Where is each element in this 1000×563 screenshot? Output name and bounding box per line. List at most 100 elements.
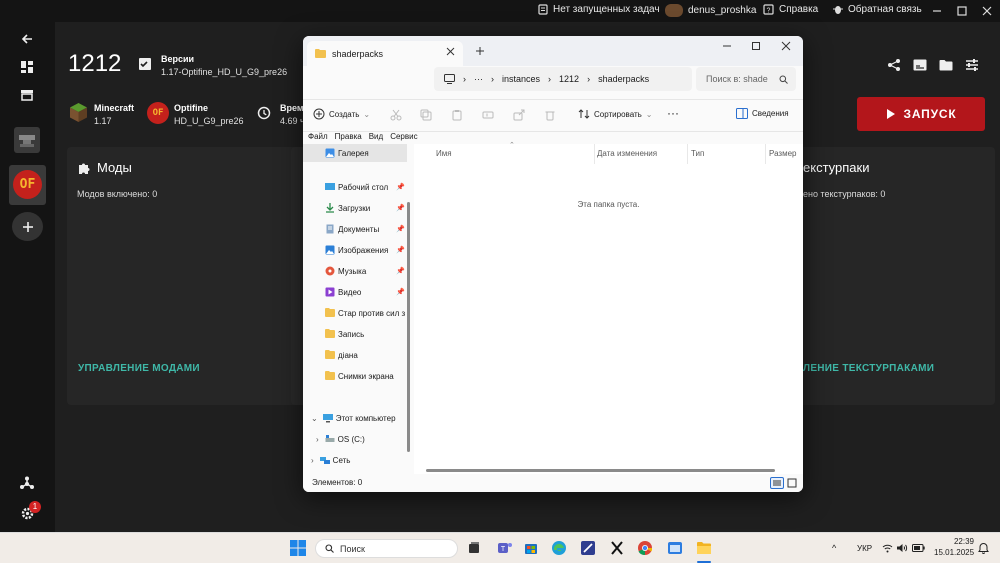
minimize-button[interactable] — [930, 4, 944, 18]
x-app-icon[interactable] — [609, 540, 625, 556]
breadcrumb-shaderpacks[interactable]: shaderpacks — [598, 74, 649, 84]
tasks-icon — [538, 4, 548, 15]
explorer-minimize-button[interactable] — [721, 40, 733, 52]
clock-date[interactable]: 15.01.2025 — [934, 548, 974, 557]
wifi-icon[interactable] — [882, 543, 893, 553]
sort-button[interactable]: Сортировать ⌄ — [578, 108, 653, 120]
share-icon[interactable] — [887, 58, 901, 72]
breadcrumb-instances[interactable]: instances — [502, 74, 540, 84]
play-icon — [886, 109, 895, 119]
console-icon[interactable] — [913, 59, 927, 71]
new-tab-button[interactable] — [475, 46, 485, 56]
explorer-close-button[interactable] — [780, 40, 792, 52]
menu-file[interactable]: Файл — [308, 132, 328, 144]
back-button[interactable] — [16, 28, 38, 50]
column-date[interactable]: Дата изменения — [597, 149, 657, 158]
chevron-down-icon: ⌄ — [311, 413, 318, 423]
explorer-tab[interactable]: shaderpacks — [307, 41, 463, 66]
explorer-maximize-button[interactable] — [750, 40, 762, 52]
bug-icon — [833, 4, 843, 15]
nav-folder-3[interactable]: діана — [303, 346, 407, 364]
nav-scrollbar[interactable] — [407, 202, 410, 452]
share-icon[interactable] — [513, 109, 525, 121]
details-button[interactable]: Сведения — [736, 108, 789, 119]
windows-start-icon[interactable] — [290, 540, 306, 556]
edge-icon[interactable] — [551, 540, 567, 556]
cut-icon[interactable] — [390, 109, 402, 121]
explorer-toolbar: Создать ⌄ Сортировать ⌄ ··· Сведения — [303, 100, 803, 132]
dashboard-icon[interactable] — [16, 56, 38, 78]
chevron-up-icon[interactable]: ^ — [832, 543, 836, 553]
horizontal-scrollbar[interactable] — [426, 469, 775, 472]
nav-this-pc[interactable]: ⌄ Этот компьютер — [303, 409, 407, 427]
user-account[interactable]: denus_proshka — [665, 4, 756, 17]
nav-network[interactable]: › Сеть — [303, 451, 407, 469]
instance-icon-anvil[interactable] — [14, 127, 40, 153]
menu-edit[interactable]: Правка — [335, 132, 362, 144]
nav-pictures[interactable]: Изображения 📌 — [303, 241, 407, 259]
tasks-indicator[interactable]: Нет запущенных задач — [538, 4, 660, 15]
menu-view[interactable]: Вид — [369, 132, 383, 144]
optifine-small-icon: OF — [147, 102, 169, 124]
download-icon — [325, 203, 335, 213]
clock-time[interactable]: 22:39 — [934, 537, 974, 546]
breadcrumb-overflow[interactable]: ··· — [474, 74, 483, 84]
close-button[interactable] — [980, 4, 994, 18]
add-instance-button[interactable] — [12, 212, 43, 241]
maximize-button[interactable] — [955, 4, 969, 18]
task-view-icon[interactable] — [466, 540, 482, 556]
taskbar-search[interactable]: Поиск — [315, 539, 458, 558]
tiles-view-toggle[interactable] — [787, 478, 797, 488]
manage-mods-link[interactable]: УПРАВЛЕНИЕ МОДАМИ — [78, 363, 200, 374]
sliders-icon[interactable] — [965, 58, 979, 72]
nav-downloads-label: Загрузки — [338, 203, 371, 213]
nav-folder-1[interactable]: Стар против сил з — [303, 304, 407, 322]
nav-folder-2[interactable]: Запись — [303, 325, 407, 343]
chrome-icon[interactable] — [637, 540, 653, 556]
chevron-right-icon: › — [463, 74, 466, 84]
nav-music[interactable]: Музыка 📌 — [303, 262, 407, 280]
instance-optifine-selected[interactable]: OF — [9, 165, 46, 205]
volume-icon[interactable] — [897, 543, 908, 553]
file-explorer-taskbar-icon[interactable] — [696, 540, 712, 556]
paste-icon[interactable] — [451, 109, 463, 121]
mods-icon[interactable] — [16, 473, 38, 495]
feedback-link[interactable]: Обратная связь — [833, 4, 922, 15]
notifications-bell-icon[interactable] — [978, 542, 989, 554]
address-bar[interactable]: › ··· › instances › 1212 › shaderpacks — [434, 67, 692, 91]
column-type[interactable]: Тип — [691, 149, 704, 158]
menu-tools[interactable]: Сервис — [390, 132, 417, 144]
user-name: denus_proshka — [688, 5, 757, 16]
create-button[interactable]: Создать ⌄ — [313, 108, 370, 120]
nav-video[interactable]: Видео 📌 — [303, 283, 407, 301]
details-view-toggle[interactable] — [770, 477, 784, 489]
folder-icon[interactable] — [939, 59, 953, 71]
nav-downloads[interactable]: Загрузки 📌 — [303, 199, 407, 217]
more-options-button[interactable]: ··· — [667, 106, 679, 120]
store-icon[interactable] — [523, 540, 539, 556]
nav-gallery[interactable]: Галерея — [303, 144, 407, 162]
nav-desktop[interactable]: Рабочий стол 📌 — [303, 178, 407, 196]
terminal-app-icon[interactable] — [667, 540, 683, 556]
close-tab-icon[interactable] — [446, 47, 455, 56]
nav-documents[interactable]: Документы 📌 — [303, 220, 407, 238]
battery-icon[interactable] — [912, 544, 925, 552]
column-size[interactable]: Размер — [769, 149, 797, 158]
teams-icon[interactable]: T — [497, 540, 513, 556]
search-box[interactable]: Поиск в: shade — [696, 67, 796, 91]
language-indicator[interactable]: УКР — [857, 544, 872, 553]
chevron-right-icon: › — [548, 74, 552, 84]
breadcrumb-1212[interactable]: 1212 — [559, 74, 579, 84]
rename-icon[interactable] — [482, 109, 494, 121]
nav-folder-4[interactable]: Снимки экрана — [303, 367, 407, 385]
nav-os-drive[interactable]: › OS (C:) — [303, 430, 407, 448]
manage-texturepacks-link[interactable]: ЛЕНИЕ ТЕКСТУРПАКАМИ — [803, 363, 934, 374]
nav-pictures-label: Изображения — [338, 245, 389, 255]
copy-icon[interactable] — [420, 109, 432, 121]
store-icon[interactable] — [16, 84, 38, 106]
design-app-icon[interactable] — [580, 540, 596, 556]
delete-icon[interactable] — [544, 109, 556, 121]
help-link[interactable]: ? Справка — [763, 4, 818, 15]
column-name[interactable]: Имя — [436, 149, 452, 158]
launch-button[interactable]: ЗАПУСК — [857, 97, 985, 131]
